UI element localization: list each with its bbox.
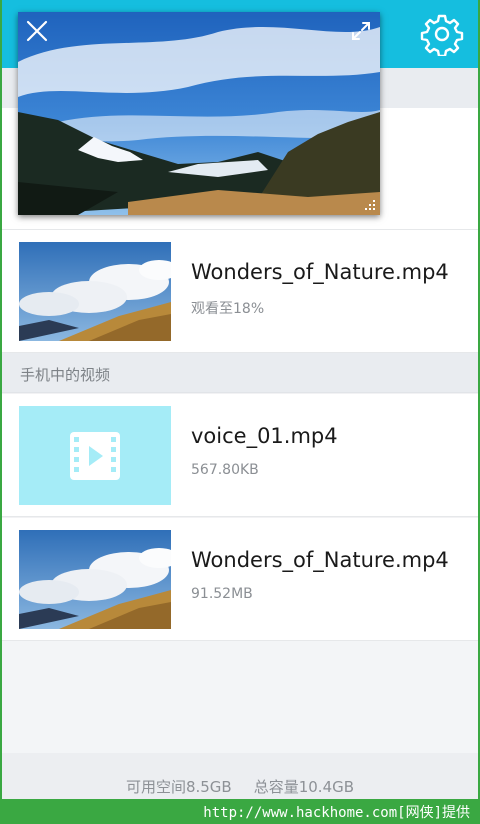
watermark-text: http://www.hackhome.com[网侠]提供 [203, 805, 470, 821]
video-title: Wonders_of_Nature.mp4 [191, 260, 449, 284]
video-placeholder-thumbnail [19, 406, 171, 505]
video-list-item[interactable]: Wonders_of_Nature.mp4 91.52MB [2, 518, 478, 641]
phone-videos-section-header: 手机中的视频 [2, 353, 478, 393]
available-space-text: 可用空间8.5GB [125, 778, 232, 796]
resize-grip-icon[interactable] [364, 199, 376, 211]
storage-footer: 可用空间8.5GB 总容量10.4GB [2, 753, 478, 799]
watermark-bar: http://www.hackhome.com[网侠]提供 [0, 799, 480, 824]
watch-progress-text: 观看至18% [191, 301, 265, 317]
close-icon[interactable] [26, 20, 48, 42]
video-title: voice_01.mp4 [191, 424, 338, 448]
video-list-item[interactable]: voice_01.mp4 567.80KB [2, 394, 478, 517]
video-thumbnail [19, 242, 171, 341]
video-thumbnail [19, 530, 171, 629]
empty-area [2, 641, 478, 753]
history-item[interactable]: Wonders_of_Nature.mp4 观看至18% [2, 230, 478, 353]
video-frame [18, 12, 380, 215]
video-size: 91.52MB [191, 586, 253, 602]
expand-icon[interactable] [350, 20, 372, 42]
total-capacity-text: 总容量10.4GB [253, 778, 355, 796]
video-size: 567.80KB [191, 462, 259, 478]
video-file-icon [70, 432, 120, 480]
section-title: 手机中的视频 [20, 366, 111, 384]
floating-video-player[interactable] [18, 12, 380, 215]
gear-icon[interactable] [420, 12, 464, 56]
video-title: Wonders_of_Nature.mp4 [191, 548, 449, 572]
